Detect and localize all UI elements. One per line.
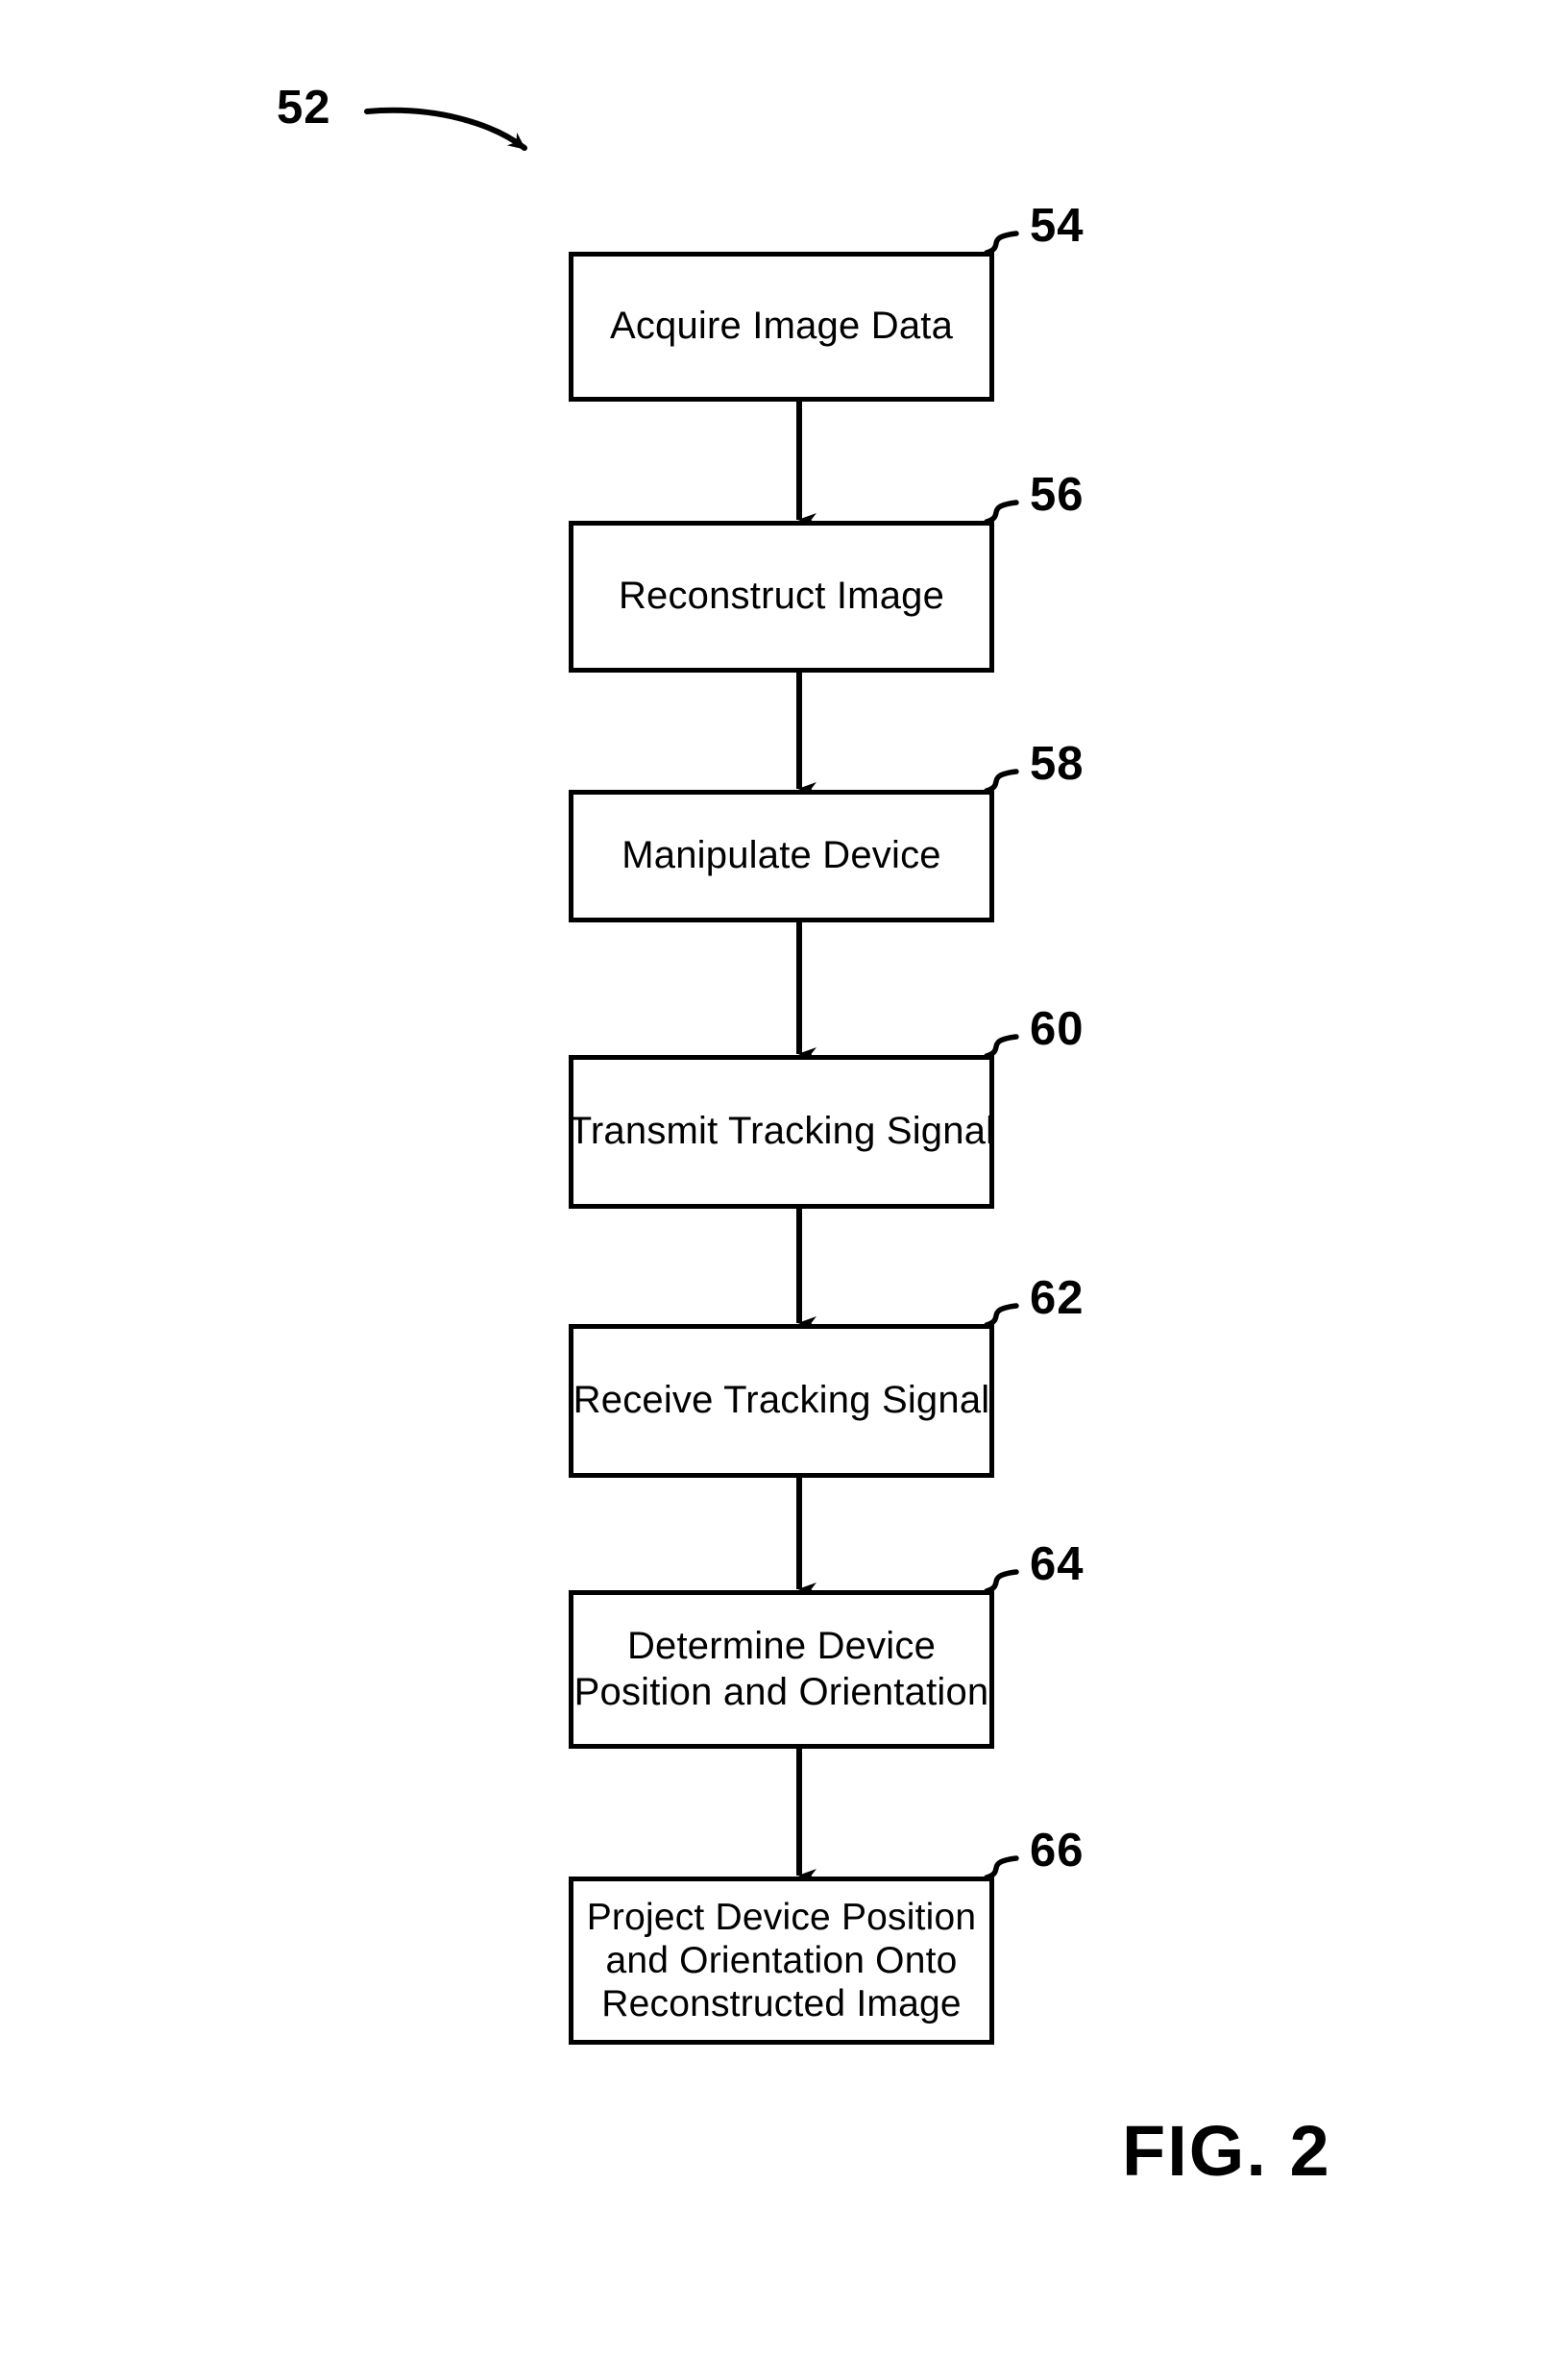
step-label-line: Reconstruct Image — [618, 575, 945, 618]
reference-numeral-54: 54 — [1030, 200, 1085, 252]
figure-caption: FIG. 2 — [1122, 2111, 1331, 2191]
diagram-label-leader-arrow — [364, 107, 527, 151]
step-label-line: Acquire Image Data — [609, 305, 954, 348]
flowchart-step-64: Determine Device Position and Orientation — [569, 1590, 994, 1749]
flowchart-step-56: Reconstruct Image — [569, 521, 994, 673]
leader-line-54 — [984, 231, 1019, 256]
patent-figure-canvas: 52 Acquire Image Data Reconstruct Image Ma… — [0, 0, 1560, 2380]
flowchart-step-54: Acquire Image Data — [569, 252, 994, 402]
reference-numeral-66: 66 — [1030, 1825, 1085, 1877]
step-label-line: and Orientation Onto — [605, 1939, 958, 1981]
reference-numeral-64: 64 — [1030, 1538, 1085, 1590]
leader-line-60 — [984, 1034, 1019, 1059]
step-label-line: Project Device Position — [586, 1896, 977, 1938]
flowchart-step-58: Manipulate Device — [569, 790, 994, 922]
leader-line-56 — [984, 500, 1019, 525]
step-label-line: Position and Orientation — [573, 1670, 989, 1713]
step-label-line: Receive Tracking Signal — [573, 1379, 990, 1422]
reference-numeral-62: 62 — [1030, 1272, 1085, 1324]
leader-line-66 — [984, 1855, 1019, 1880]
leader-line-62 — [984, 1303, 1019, 1328]
reference-numeral-58: 58 — [1030, 738, 1085, 790]
flowchart-step-60: Transmit Tracking Signal — [569, 1055, 994, 1209]
leader-line-64 — [984, 1569, 1019, 1594]
step-label-line: Transmit Tracking Signal — [568, 1110, 995, 1153]
flowchart-step-66: Project Device Position and Orientation O… — [569, 1877, 994, 2045]
diagram-reference-numeral-52: 52 — [277, 82, 331, 134]
flowchart-step-62: Receive Tracking Signal — [569, 1324, 994, 1478]
leader-line-58 — [984, 769, 1019, 794]
reference-numeral-56: 56 — [1030, 469, 1085, 521]
step-label-line: Determine Device — [626, 1625, 937, 1668]
step-label-line: Reconstructed Image — [601, 1983, 962, 2025]
reference-numeral-60: 60 — [1030, 1003, 1085, 1055]
step-label-line: Manipulate Device — [622, 834, 941, 877]
